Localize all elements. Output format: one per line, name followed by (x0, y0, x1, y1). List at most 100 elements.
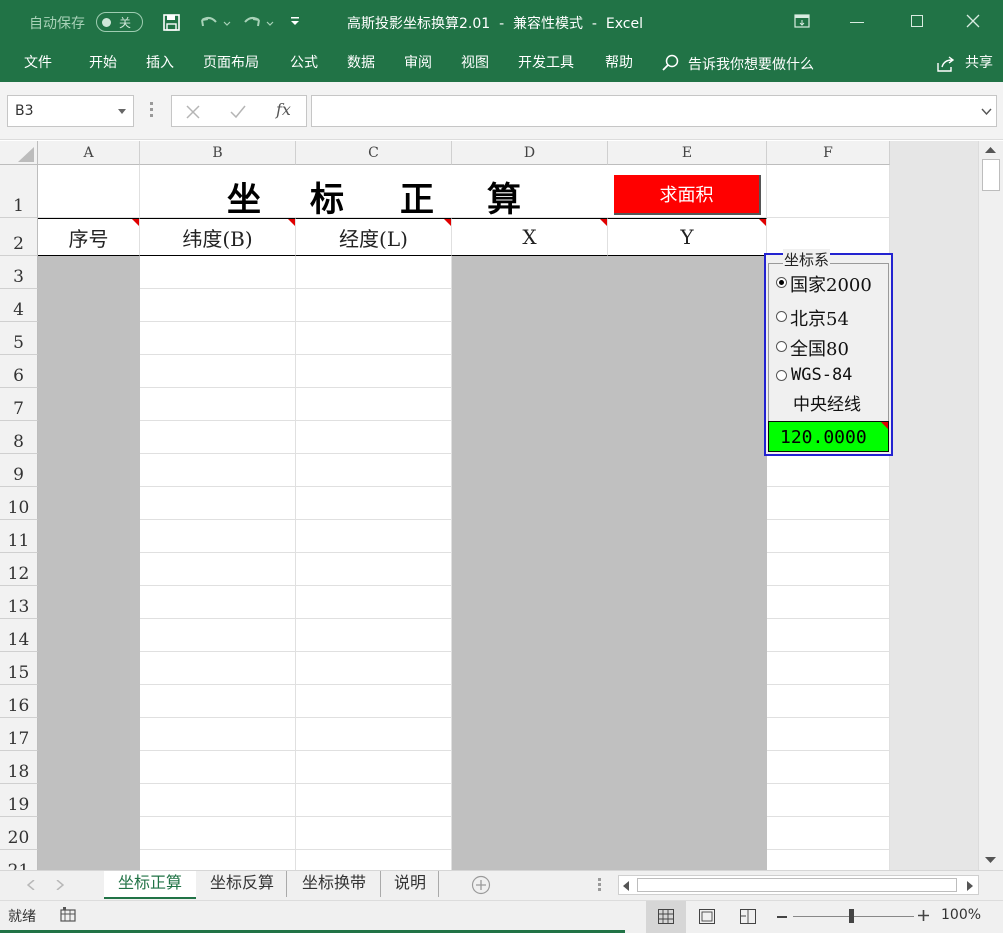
ribbon-display-options-icon[interactable] (794, 14, 810, 28)
row-header[interactable]: 20 (0, 817, 38, 850)
undo-icon[interactable] (199, 14, 233, 31)
row-header[interactable]: 6 (0, 355, 38, 388)
row-header[interactable]: 9 (0, 454, 38, 487)
column-header-b[interactable]: B (140, 141, 296, 165)
tab-scroll-right-icon[interactable] (56, 880, 64, 890)
save-icon[interactable] (163, 14, 180, 31)
cell-f1[interactable] (767, 165, 890, 218)
row-header[interactable]: 7 (0, 388, 38, 421)
scroll-up-icon[interactable] (985, 146, 996, 154)
sheet-tab-forward[interactable]: 坐标正算 (104, 871, 196, 899)
vertical-scrollbar[interactable] (978, 141, 1003, 870)
tab-developer[interactable]: 开发工具 (518, 44, 574, 82)
header-index[interactable]: 序号 (38, 218, 140, 256)
row-header[interactable]: 19 (0, 784, 38, 817)
accessibility-icon[interactable] (60, 907, 76, 922)
formula-input[interactable] (311, 95, 997, 127)
tab-home[interactable]: 开始 (89, 44, 117, 82)
tab-view[interactable]: 视图 (461, 44, 489, 82)
tell-me-box[interactable]: 告诉我你想要做什么 (688, 46, 814, 84)
tab-data[interactable]: 数据 (347, 44, 375, 82)
row-header[interactable]: 1 (0, 165, 38, 218)
select-all-corner[interactable] (0, 141, 38, 165)
chevron-down-icon[interactable] (118, 109, 126, 115)
tab-help[interactable]: 帮助 (605, 44, 633, 82)
scroll-down-icon[interactable] (985, 856, 996, 864)
radio-cgcs2000[interactable]: 国家2000 (774, 269, 889, 296)
row-header[interactable]: 18 (0, 751, 38, 784)
customize-toolbar-icon[interactable] (290, 16, 300, 26)
row-header[interactable]: 17 (0, 718, 38, 751)
row-header[interactable]: 14 (0, 619, 38, 652)
row-header[interactable]: 21 (0, 850, 38, 870)
column-header-d[interactable]: D (452, 141, 608, 165)
lightbulb-search-icon[interactable] (662, 54, 680, 72)
splitter-handle[interactable] (150, 102, 153, 120)
row-header[interactable]: 10 (0, 487, 38, 520)
row-header[interactable]: 16 (0, 685, 38, 718)
close-icon[interactable] (966, 14, 980, 28)
sheet-tab-zone-change[interactable]: 坐标换带 (288, 871, 381, 897)
maximize-icon[interactable] (911, 15, 923, 27)
expand-formula-icon[interactable] (981, 108, 992, 115)
header-x[interactable]: X (452, 218, 608, 256)
cancel-icon[interactable] (186, 105, 200, 119)
column-header-f[interactable]: F (767, 141, 890, 165)
title-cell[interactable]: 坐 标 正 算 (140, 165, 608, 220)
tab-review[interactable]: 审阅 (404, 44, 432, 82)
tab-file[interactable]: 文件 (24, 44, 52, 82)
row-header[interactable]: 5 (0, 322, 38, 355)
tab-page-layout[interactable]: 页面布局 (203, 44, 259, 82)
enter-check-icon[interactable] (230, 105, 246, 119)
name-box[interactable]: B3 (7, 95, 134, 127)
tab-formulas[interactable]: 公式 (290, 44, 318, 82)
share-button[interactable]: 共享 (965, 44, 993, 82)
zoom-out-icon[interactable] (777, 916, 787, 918)
horizontal-scroll-thumb[interactable] (637, 878, 957, 892)
row-header[interactable]: 2 (0, 218, 38, 256)
row-header[interactable]: 3 (0, 256, 38, 289)
row-header[interactable]: 4 (0, 289, 38, 322)
page-break-view-icon[interactable] (740, 909, 756, 924)
share-icon[interactable] (936, 55, 956, 73)
sheet-tab-inverse[interactable]: 坐标反算 (198, 871, 287, 897)
radio-wgs84[interactable]: WGS-84 (774, 361, 889, 387)
row-header[interactable]: 13 (0, 586, 38, 619)
horizontal-scrollbar[interactable] (618, 875, 979, 895)
column-header-a[interactable]: A (38, 141, 140, 165)
scroll-left-icon[interactable] (623, 881, 630, 891)
redo-icon[interactable] (242, 14, 276, 31)
tab-insert[interactable]: 插入 (146, 44, 174, 82)
normal-view-button[interactable] (646, 901, 686, 933)
zoom-slider-thumb[interactable] (849, 909, 854, 923)
row-header[interactable]: 8 (0, 421, 38, 454)
column-c-data[interactable] (296, 256, 452, 870)
zoom-in-icon[interactable] (918, 910, 929, 921)
tab-split-handle[interactable] (598, 878, 601, 892)
tab-scroll-left-icon[interactable] (27, 880, 35, 890)
zoom-level[interactable]: 100% (941, 907, 981, 923)
sheet-tab-readme[interactable]: 说明 (382, 871, 439, 897)
scroll-right-icon[interactable] (966, 881, 973, 891)
column-header-e[interactable]: E (608, 141, 767, 165)
scroll-thumb[interactable] (982, 159, 1000, 191)
central-meridian-input[interactable]: 120.0000 (768, 421, 889, 452)
header-longitude[interactable]: 经度(L) (296, 218, 452, 256)
area-button[interactable]: 求面积 (614, 175, 761, 215)
radio-xian80[interactable]: 全国80 (774, 332, 889, 360)
radio-beijing54[interactable]: 北京54 (774, 302, 889, 330)
columns-d-e-data[interactable] (452, 256, 767, 870)
header-y[interactable]: Y (608, 218, 767, 256)
insert-function-button[interactable]: fx (276, 100, 291, 119)
row-header[interactable]: 11 (0, 520, 38, 553)
cell-a1[interactable] (38, 165, 140, 218)
autosave-toggle[interactable]: 关 (96, 12, 143, 32)
row-header[interactable]: 15 (0, 652, 38, 685)
column-b-data[interactable] (140, 256, 296, 870)
add-sheet-icon[interactable] (471, 875, 491, 895)
cell-e1[interactable]: 求面积 (608, 165, 767, 218)
header-latitude[interactable]: 纬度(B) (140, 218, 296, 256)
row-header[interactable]: 12 (0, 553, 38, 586)
page-layout-view-icon[interactable] (699, 909, 715, 924)
column-header-c[interactable]: C (296, 141, 452, 165)
